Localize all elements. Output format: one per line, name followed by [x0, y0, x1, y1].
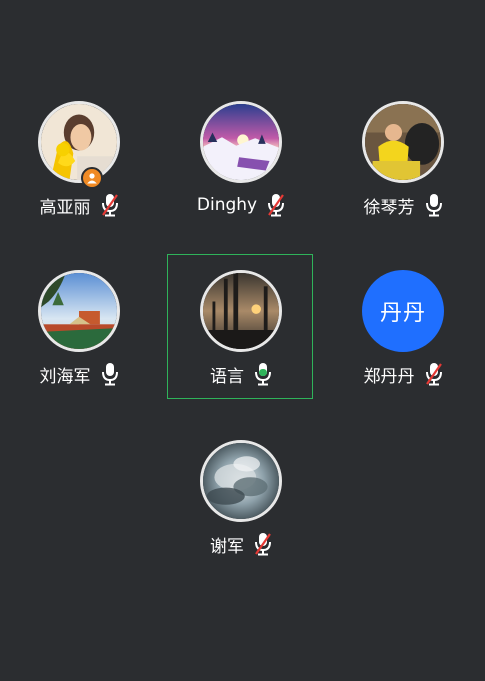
- mic-muted-icon[interactable]: [101, 193, 119, 217]
- mic-muted-icon[interactable]: [425, 362, 443, 386]
- participant-name: Dinghy: [196, 195, 258, 215]
- participant-tile[interactable]: 刘海军: [14, 270, 144, 410]
- participant-name: 郑丹丹: [363, 366, 415, 387]
- mic-icon[interactable]: [425, 193, 443, 217]
- mic-icon[interactable]: [101, 362, 119, 386]
- participant-tile[interactable]: 谢军: [176, 440, 306, 580]
- mic-speaking-icon[interactable]: [254, 362, 272, 386]
- participant-name: 刘海军: [39, 366, 91, 387]
- participant-tile[interactable]: Dinghy: [176, 101, 306, 241]
- participant-tile[interactable]: 高亚丽: [14, 101, 144, 241]
- participant-avatar: [200, 440, 282, 522]
- participant-tile[interactable]: 丹丹 郑丹丹: [338, 270, 468, 410]
- participant-name: 徐琴芳: [363, 197, 415, 218]
- mic-muted-icon[interactable]: [267, 193, 285, 217]
- host-badge-icon: [81, 167, 103, 189]
- participant-tile[interactable]: 语言: [176, 270, 306, 410]
- participant-text-avatar: 丹丹: [362, 270, 444, 352]
- participant-tile[interactable]: 徐琴芳: [338, 101, 468, 241]
- participant-avatar: [38, 270, 120, 352]
- participant-name: 谢军: [210, 536, 244, 557]
- participant-name: 高亚丽: [39, 197, 91, 218]
- participant-avatar: [362, 101, 444, 183]
- participant-avatar: [200, 270, 282, 352]
- participant-avatar: [200, 101, 282, 183]
- participant-avatar: [38, 101, 120, 183]
- participant-name: 语言: [210, 366, 244, 387]
- mic-muted-icon[interactable]: [254, 532, 272, 556]
